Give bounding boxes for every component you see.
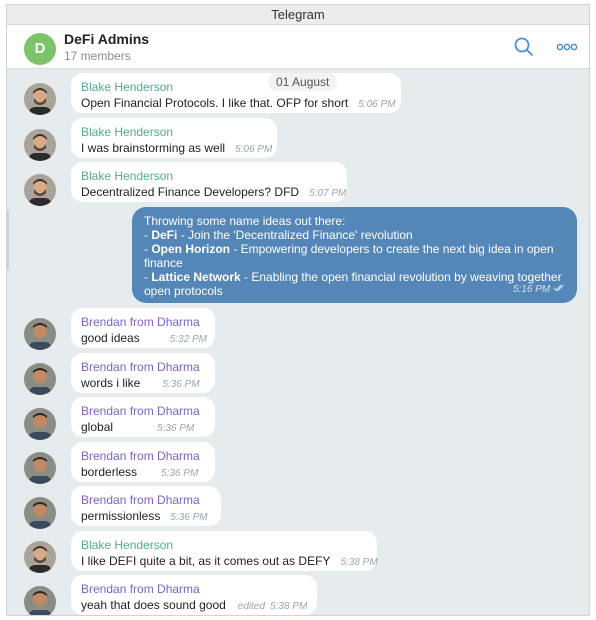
- avatar-blake[interactable]: [24, 541, 56, 573]
- outgoing-intro: Throwing some name ideas out there:: [144, 214, 346, 228]
- message-bubble[interactable]: Brendan from Dharma yeah that does sound…: [71, 575, 317, 615]
- outgoing-message-bubble[interactable]: Throwing some name ideas out there: - De…: [132, 207, 577, 303]
- message-bubble[interactable]: Blake Henderson Decentralized Finance De…: [71, 162, 347, 202]
- message-text: I was brainstorming as well: [81, 141, 226, 155]
- members-count: 17 members: [64, 49, 131, 63]
- date-separator: 01 August: [268, 73, 338, 91]
- message-text: permissionless: [81, 509, 161, 523]
- avatar-blake[interactable]: [24, 83, 56, 115]
- search-icon[interactable]: [512, 35, 536, 59]
- message-bubble[interactable]: Blake Henderson I like DEFI quite a bit,…: [71, 531, 378, 571]
- avatar-blake[interactable]: [24, 174, 56, 206]
- sender-name[interactable]: Brendan from Dharma: [81, 492, 211, 508]
- outgoing-line: - DeFi - Join the 'Decentralized Finance…: [144, 228, 413, 242]
- outgoing-line: open protocols: [144, 284, 223, 298]
- message-bubble[interactable]: Blake Henderson Open Financial Protocols…: [71, 73, 401, 113]
- chat-title[interactable]: DeFi Admins: [64, 31, 149, 47]
- idea-name: Lattice Network: [151, 270, 241, 284]
- telegram-window: Telegram D DeFi Admins 17 members Blake …: [6, 4, 590, 616]
- avatar-brendan[interactable]: [24, 452, 56, 484]
- message-text: borderless: [81, 465, 138, 479]
- message-text: yeah that does sound good: [81, 598, 226, 612]
- message-time: 5:38 PM: [270, 601, 308, 612]
- message-list[interactable]: Blake Henderson Open Financial Protocols…: [7, 70, 589, 615]
- sender-name[interactable]: Blake Henderson: [81, 537, 367, 553]
- outgoing-line: - Lattice Network - Enabling the open fi…: [144, 270, 562, 284]
- message-bubble[interactable]: Brendan from Dharma words i like 5:36 PM: [71, 353, 215, 393]
- sender-name[interactable]: Brendan from Dharma: [81, 448, 205, 464]
- avatar-brendan[interactable]: [24, 363, 56, 395]
- message-text: global: [81, 420, 114, 434]
- message-bubble[interactable]: Brendan from Dharma good ideas 5:32 PM: [71, 308, 215, 348]
- message-time: 5:36 PM: [170, 512, 208, 523]
- message-text: Open Financial Protocols. I like that. O…: [81, 96, 349, 110]
- message-text: words i like: [81, 376, 141, 390]
- message-time: 5:16 PM: [513, 283, 565, 297]
- message-time: 5:36 PM: [157, 423, 195, 434]
- message-text: good ideas: [81, 331, 140, 345]
- group-avatar[interactable]: D: [24, 33, 56, 65]
- message-text: I like DEFI quite a bit, as it comes out…: [81, 554, 331, 568]
- avatar-brendan[interactable]: [24, 497, 56, 529]
- message-bubble[interactable]: Brendan from Dharma global 5:36 PM: [71, 397, 215, 437]
- idea-desc: - Enabling the open financial revolution…: [240, 270, 562, 284]
- avatar-brendan[interactable]: [24, 318, 56, 350]
- sender-name[interactable]: Brendan from Dharma: [81, 403, 205, 419]
- message-time: 5:36 PM: [161, 468, 199, 479]
- edited-label: edited: [237, 601, 266, 612]
- outgoing-line: finance: [144, 256, 183, 270]
- window-title: Telegram: [7, 5, 589, 25]
- sender-name[interactable]: Blake Henderson: [81, 79, 391, 95]
- chat-header: D DeFi Admins 17 members: [7, 25, 589, 69]
- message-time: 5:07 PM: [309, 188, 347, 199]
- sender-name[interactable]: Blake Henderson: [81, 168, 337, 184]
- message-time: 5:36 PM: [162, 379, 200, 390]
- message-bubble[interactable]: Brendan from Dharma permissionless 5:36 P…: [71, 486, 221, 526]
- selection-marker: [7, 210, 9, 270]
- sender-name[interactable]: Brendan from Dharma: [81, 359, 205, 375]
- message-bubble[interactable]: Blake Henderson I was brainstorming as w…: [71, 118, 277, 158]
- message-time: 5:06 PM: [358, 99, 396, 110]
- message-time: 5:06 PM: [235, 144, 273, 155]
- sender-name[interactable]: Brendan from Dharma: [81, 581, 307, 597]
- avatar-blake[interactable]: [24, 129, 56, 161]
- outgoing-line: - Open Horizon - Empowering developers t…: [144, 242, 554, 256]
- idea-desc: - Empowering developers to create the ne…: [230, 242, 554, 256]
- idea-name: Open Horizon: [151, 242, 231, 256]
- avatar-brendan[interactable]: [24, 586, 56, 615]
- message-text: Decentralized Finance Developers? DFD: [81, 185, 300, 199]
- sender-name[interactable]: Brendan from Dharma: [81, 314, 205, 330]
- message-time: 5:32 PM: [169, 334, 207, 345]
- idea-name: DeFi: [151, 228, 178, 242]
- double-check-icon: [553, 284, 564, 292]
- more-icon[interactable]: [555, 35, 579, 59]
- sender-name[interactable]: Blake Henderson: [81, 124, 267, 140]
- avatar-brendan[interactable]: [24, 408, 56, 440]
- message-time: 5:38 PM: [340, 557, 378, 568]
- idea-desc: - Join the 'Decentralized Finance' revol…: [177, 228, 413, 242]
- message-bubble[interactable]: Brendan from Dharma borderless 5:36 PM: [71, 442, 215, 482]
